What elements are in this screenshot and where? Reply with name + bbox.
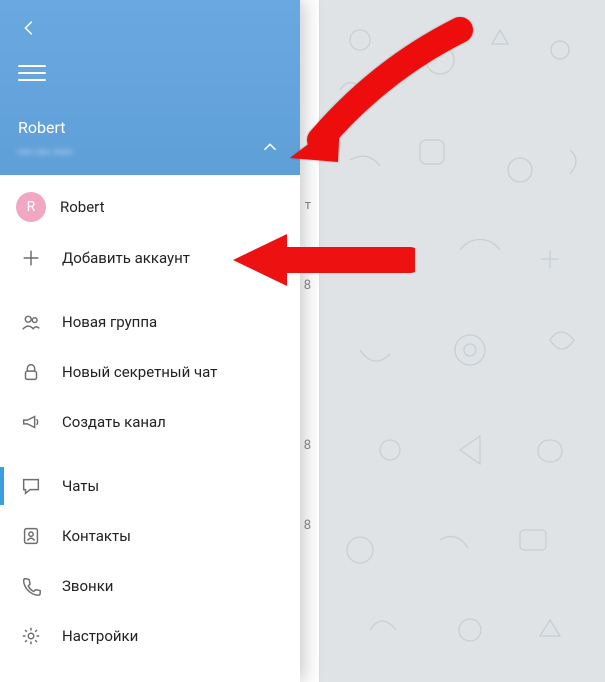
new-secret-chat-item[interactable]: Новый секретный чат bbox=[0, 347, 300, 397]
account-phone: ••• ••• •••• bbox=[18, 145, 72, 161]
hamburger-menu[interactable] bbox=[18, 60, 46, 86]
chat-badge: 8 bbox=[304, 438, 311, 453]
new-channel-item[interactable]: Создать канал bbox=[0, 397, 300, 447]
menu-item-label: Контакты bbox=[62, 527, 131, 545]
menu-body: R Robert Добавить аккаунт Новая группа Н… bbox=[0, 175, 300, 682]
add-account-item[interactable]: Добавить аккаунт bbox=[0, 233, 300, 283]
account-item-robert[interactable]: R Robert bbox=[0, 181, 300, 233]
menu-item-label: Создать канал bbox=[62, 413, 166, 431]
account-name: Robert bbox=[18, 118, 66, 137]
phone-icon bbox=[18, 575, 44, 597]
chat-wallpaper bbox=[320, 0, 605, 682]
group-icon bbox=[18, 311, 44, 333]
lock-icon bbox=[18, 361, 44, 383]
menu-item-label: Добавить аккаунт bbox=[62, 249, 190, 267]
avatar: R bbox=[16, 192, 46, 222]
megaphone-icon bbox=[18, 411, 44, 433]
menu-header: Robert ••• ••• •••• bbox=[0, 0, 300, 175]
expand-accounts-button[interactable] bbox=[258, 135, 282, 159]
contacts-item[interactable]: Контакты bbox=[0, 511, 300, 561]
menu-item-label: Настройки bbox=[62, 627, 138, 645]
menu-item-label: Звонки bbox=[62, 577, 113, 595]
gear-icon bbox=[18, 625, 44, 647]
settings-item[interactable]: Настройки bbox=[0, 611, 300, 661]
menu-item-label: Чаты bbox=[62, 477, 99, 495]
side-menu: Robert ••• ••• •••• R Robert Добавить ак… bbox=[0, 0, 300, 682]
back-button[interactable] bbox=[18, 16, 42, 40]
chat-badge: 8 bbox=[304, 278, 311, 293]
chats-item[interactable]: Чаты bbox=[0, 461, 300, 511]
menu-item-label: Новая группа bbox=[62, 313, 157, 331]
new-group-item[interactable]: Новая группа bbox=[0, 297, 300, 347]
menu-item-label: Новый секретный чат bbox=[62, 363, 217, 381]
chat-badge: 8 bbox=[304, 518, 311, 533]
account-item-label: Robert bbox=[60, 198, 105, 216]
plus-icon bbox=[18, 247, 44, 269]
chat-time-text: т bbox=[305, 198, 311, 213]
chat-icon bbox=[18, 475, 44, 497]
calls-item[interactable]: Звонки bbox=[0, 561, 300, 611]
contacts-icon bbox=[18, 525, 44, 547]
